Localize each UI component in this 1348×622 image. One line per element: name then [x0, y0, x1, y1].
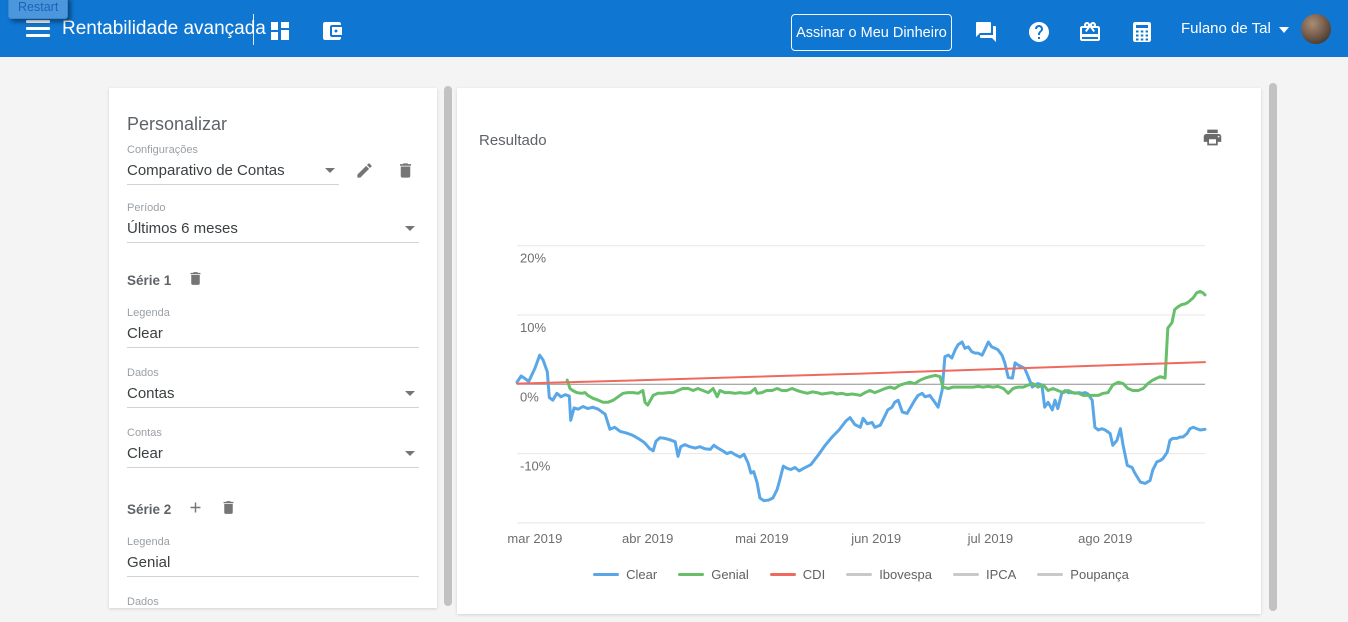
serie1-contas-label: Contas: [127, 427, 419, 439]
y-tick-label: -10%: [520, 459, 551, 474]
chevron-down-icon: [405, 451, 415, 456]
serie2-dados-label: Dados: [127, 596, 419, 608]
subscribe-button[interactable]: Assinar o Meu Dinheiro: [791, 14, 952, 51]
app-window: Restart Rentabilidade avançada Assinar o…: [0, 0, 1348, 622]
x-tick-label: mar 2019: [507, 531, 562, 546]
legend-label: Poupança: [1070, 567, 1129, 582]
serie1-dados-label: Dados: [127, 367, 419, 379]
legend-item-clear[interactable]: Clear: [593, 567, 657, 582]
chevron-down-icon: [405, 391, 415, 396]
y-tick-label: 0%: [520, 389, 539, 404]
help-icon: [1027, 20, 1051, 44]
legend-swatch: [678, 573, 704, 576]
panel-title: Personalizar: [127, 114, 419, 135]
legend-label: IPCA: [986, 567, 1016, 582]
y-tick-label: 20%: [520, 251, 546, 266]
app-header: Rentabilidade avançada Assinar o Meu Din…: [0, 0, 1348, 57]
header-divider: [253, 14, 254, 45]
serie1-dados-select[interactable]: Contas: [127, 379, 419, 408]
serie1-contas-select[interactable]: Clear: [127, 439, 419, 468]
serie1-legenda-input[interactable]: Clear: [127, 319, 419, 348]
config-label: Configurações: [127, 144, 419, 156]
profitability-line-chart: 20% 10% 0% -10% mar 2019 abr 2019 mai 2019 jun …: [457, 88, 1261, 614]
series-line-genial: [567, 291, 1205, 405]
caret-down-icon: [1279, 27, 1289, 33]
legend-swatch: [1037, 573, 1063, 576]
x-tick-label: jul 2019: [967, 531, 1014, 546]
serie1-legenda-value: Clear: [127, 325, 163, 342]
edit-config-button[interactable]: [355, 161, 374, 181]
user-name: Fulano de Tal: [1181, 20, 1271, 37]
dashboard-button[interactable]: [268, 19, 292, 43]
legend-label: Genial: [711, 567, 749, 582]
period-label: Período: [127, 202, 419, 214]
serie2-legenda-value: Genial: [127, 554, 170, 571]
chart-legend: Clear Genial CDI Ibovespa IPCA Poupança: [517, 567, 1205, 582]
plus-icon: [187, 499, 204, 516]
x-tick-label: mai 2019: [735, 531, 788, 546]
trash-icon: [187, 270, 204, 287]
period-select[interactable]: Últimos 6 meses: [127, 214, 419, 243]
help-button[interactable]: [1027, 20, 1051, 44]
chat-button[interactable]: [974, 20, 998, 44]
delete-serie2-button[interactable]: [220, 499, 237, 519]
legend-swatch: [953, 573, 979, 576]
legend-label: CDI: [803, 567, 825, 582]
legend-swatch: [770, 573, 796, 576]
legend-item-poupança[interactable]: Poupança: [1037, 567, 1129, 582]
x-tick-label: ago 2019: [1078, 531, 1132, 546]
dashboard-icon: [268, 19, 292, 43]
legend-item-genial[interactable]: Genial: [678, 567, 749, 582]
serie2-title: Série 2: [127, 502, 171, 517]
delete-config-button[interactable]: [396, 161, 415, 181]
serie1-contas-value: Clear: [127, 445, 163, 462]
x-tick-label: jun 2019: [850, 531, 901, 546]
legend-label: Clear: [626, 567, 657, 582]
delete-serie1-button[interactable]: [187, 270, 204, 290]
left-panel-scrollbar[interactable]: [444, 86, 452, 606]
serie1-legenda-label: Legenda: [127, 307, 419, 319]
x-tick-label: abr 2019: [622, 531, 673, 546]
serie1-title: Série 1: [127, 273, 171, 288]
chevron-down-icon: [325, 168, 335, 173]
wallet-button[interactable]: [320, 19, 344, 43]
legend-item-cdi[interactable]: CDI: [770, 567, 825, 582]
menu-icon: [26, 20, 50, 23]
y-tick-label: 10%: [520, 320, 546, 335]
legend-label: Ibovespa: [879, 567, 932, 582]
calculator-icon: [1130, 20, 1154, 44]
config-select[interactable]: Comparativo de Contas: [127, 156, 339, 185]
trash-icon: [396, 161, 415, 180]
edit-icon: [355, 161, 374, 180]
result-panel: Resultado 20%10%0%-10%mar 2019abr 2019ma…: [457, 88, 1261, 614]
legend-item-ibovespa[interactable]: Ibovespa: [846, 567, 932, 582]
config-value: Comparativo de Contas: [127, 162, 285, 179]
serie1-dados-value: Contas: [127, 385, 175, 402]
trash-icon: [220, 499, 237, 516]
legend-swatch: [593, 573, 619, 576]
wallet-icon: [320, 19, 344, 43]
series-line-cdi: [517, 362, 1205, 384]
add-serie-button[interactable]: [187, 499, 204, 519]
serie2-legenda-label: Legenda: [127, 536, 419, 548]
calculator-button[interactable]: [1130, 20, 1154, 44]
legend-item-ipca[interactable]: IPCA: [953, 567, 1016, 582]
serie2-legenda-input[interactable]: Genial: [127, 548, 419, 577]
gift-icon: [1078, 20, 1102, 44]
main-panel-scrollbar[interactable]: [1269, 83, 1277, 611]
restart-badge[interactable]: Restart: [8, 0, 68, 19]
user-menu[interactable]: Fulano de Tal: [1181, 0, 1331, 57]
legend-swatch: [846, 573, 872, 576]
chevron-down-icon: [405, 226, 415, 231]
customize-panel: Personalizar Configurações Comparativo d…: [109, 88, 437, 608]
avatar: [1301, 14, 1331, 44]
hamburger-menu-button[interactable]: [26, 20, 50, 38]
period-value: Últimos 6 meses: [127, 220, 238, 237]
page-title: Rentabilidade avançada: [62, 0, 266, 57]
gift-button[interactable]: [1078, 20, 1102, 44]
chat-icon: [974, 20, 998, 44]
